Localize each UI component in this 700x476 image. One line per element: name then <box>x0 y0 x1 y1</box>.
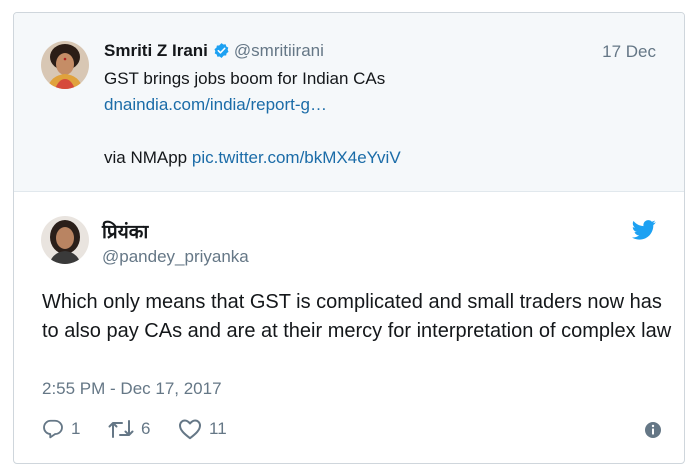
retweet-count: 6 <box>141 419 151 438</box>
reply-author-handle[interactable]: @pandey_priyanka <box>102 247 249 267</box>
via-label: via NMApp <box>104 148 192 167</box>
verified-badge-icon <box>213 42 230 64</box>
quoted-avatar[interactable] <box>41 41 89 89</box>
quoted-article-link[interactable]: dnaindia.com/india/report-g… <box>104 95 327 115</box>
reply-count: 1 <box>71 419 81 438</box>
info-icon[interactable] <box>644 421 662 444</box>
reply-avatar[interactable] <box>41 216 89 264</box>
reply-author-name[interactable]: प्रियंका <box>102 218 148 244</box>
quoted-author-handle[interactable]: @smritiirani <box>234 41 324 60</box>
twitter-bird-icon[interactable] <box>631 220 656 245</box>
quoted-tweet[interactable]: Smriti Z Irani @smritiirani 17 Dec GST br… <box>14 13 684 192</box>
quoted-pic-link[interactable]: pic.twitter.com/bkMX4eYviV <box>192 148 401 167</box>
heart-icon <box>178 418 209 440</box>
quoted-author-name[interactable]: Smriti Z Irani <box>104 41 208 60</box>
retweet-button[interactable]: 6 <box>108 418 150 440</box>
retweet-icon <box>108 418 141 440</box>
reply-icon <box>42 418 71 440</box>
tweet-embed-card: Smriti Z Irani @smritiirani 17 Dec GST br… <box>13 12 685 464</box>
reply-text: Which only means that GST is complicated… <box>42 291 672 342</box>
tweet-actions: 1 6 11 <box>42 418 662 444</box>
like-button[interactable]: 11 <box>178 418 227 440</box>
quoted-text: GST brings jobs boom for Indian CAs <box>104 69 386 88</box>
reply-timestamp[interactable]: 2:55 PM - Dec 17, 2017 <box>42 379 222 399</box>
like-count: 11 <box>209 419 227 438</box>
quoted-via-line: via NMApp pic.twitter.com/bkMX4eYviV <box>104 148 401 168</box>
reply-button[interactable]: 1 <box>42 418 80 440</box>
quoted-date[interactable]: 17 Dec <box>602 42 656 62</box>
